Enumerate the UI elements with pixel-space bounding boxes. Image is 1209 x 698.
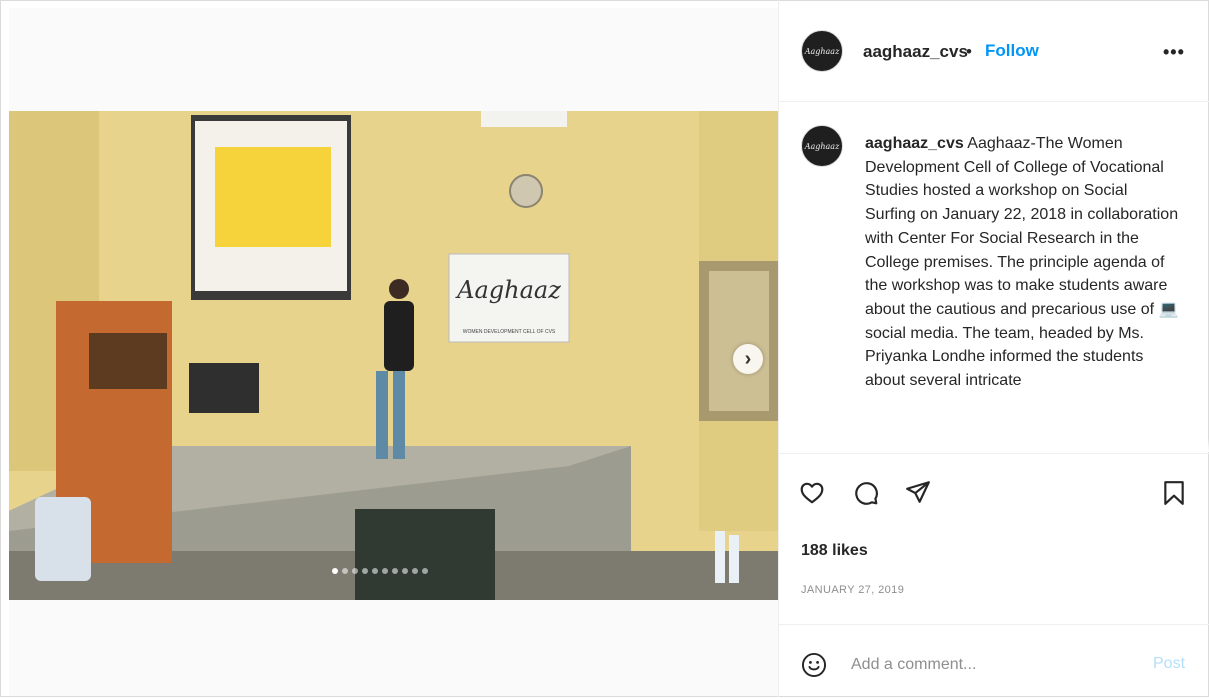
cabinet-glass <box>709 271 769 411</box>
slide-dot <box>342 568 348 574</box>
slide-dot <box>422 568 428 574</box>
post-date: JANUARY 27, 2019 <box>801 584 905 596</box>
decorated-bin <box>35 497 91 581</box>
photo-illustration: Aaghaaz WOMEN DEVELOPMENT CELL OF CVS <box>9 111 778 600</box>
username-link[interactable]: aaghaaz_cvs <box>863 42 968 62</box>
chair <box>189 363 259 413</box>
follow-button[interactable]: Follow <box>985 41 1039 61</box>
slide-dot <box>392 568 398 574</box>
speaker-body <box>384 301 414 371</box>
heart-icon[interactable] <box>799 480 825 511</box>
projected-slide <box>215 147 331 247</box>
comment-bar: Post <box>779 624 1209 698</box>
media-area: Aaghaaz WOMEN DEVELOPMENT CELL OF CVS › <box>9 8 778 696</box>
caption: aaghaaz_cvs Aaghaaz-The Women Developmen… <box>865 132 1181 393</box>
avatar[interactable]: Aaghaaz <box>801 30 843 72</box>
caption-fade <box>779 438 1209 452</box>
likes-count[interactable]: 188 likes <box>801 542 868 560</box>
slide-dot <box>332 568 338 574</box>
caption-area: Aaghaaz aaghaaz_cvs Aaghaaz-The Women De… <box>779 102 1209 452</box>
avatar-logo-text: Aaghaaz <box>804 46 840 56</box>
more-options-icon[interactable]: ••• <box>1163 42 1185 63</box>
caption-username[interactable]: aaghaaz_cvs <box>865 135 964 152</box>
paper-plane-icon[interactable] <box>905 479 931 510</box>
water-bottle <box>715 531 725 583</box>
banner-subtitle: WOMEN DEVELOPMENT CELL OF CVS <box>463 329 556 335</box>
actions-section: 188 likes JANUARY 27, 2019 <box>779 453 1209 624</box>
slide-dot <box>382 568 388 574</box>
post-header: Aaghaaz aaghaaz_cvs • Follow ••• <box>779 0 1209 102</box>
comment-input[interactable] <box>851 654 1141 676</box>
bookmark-icon[interactable] <box>1162 480 1186 511</box>
header-separator: • <box>966 42 972 61</box>
avatar[interactable]: Aaghaaz <box>801 125 843 167</box>
slide-dot <box>402 568 408 574</box>
caption-text: Aaghaaz-The Women Development Cell of Co… <box>865 135 1179 390</box>
slide-dot <box>372 568 378 574</box>
chevron-right-icon: › <box>744 347 752 370</box>
slide-dot <box>352 568 358 574</box>
water-bottle <box>729 535 739 583</box>
next-slide-button[interactable]: › <box>733 344 763 374</box>
post-comment-button[interactable]: Post <box>1153 655 1185 673</box>
banner-title: Aaghaaz <box>455 276 561 304</box>
emoji-icon[interactable] <box>801 652 827 683</box>
wall-fan <box>509 174 543 208</box>
speaker-leg-left <box>376 371 388 459</box>
amplifier <box>355 509 495 600</box>
speaker-leg-right <box>393 371 405 459</box>
air-conditioner <box>481 111 567 127</box>
slide-dot <box>412 568 418 574</box>
avatar-logo-text: Aaghaaz <box>804 141 840 151</box>
slide-indicator <box>332 568 428 574</box>
speaker-head <box>389 279 409 299</box>
podium-plaque <box>89 333 167 389</box>
post-panel: Aaghaaz aaghaaz_cvs • Follow ••• Aaghaaz… <box>778 0 1209 697</box>
comment-icon[interactable] <box>853 480 879 511</box>
slide-dot <box>362 568 368 574</box>
post-photo[interactable]: Aaghaaz WOMEN DEVELOPMENT CELL OF CVS › <box>9 111 778 600</box>
